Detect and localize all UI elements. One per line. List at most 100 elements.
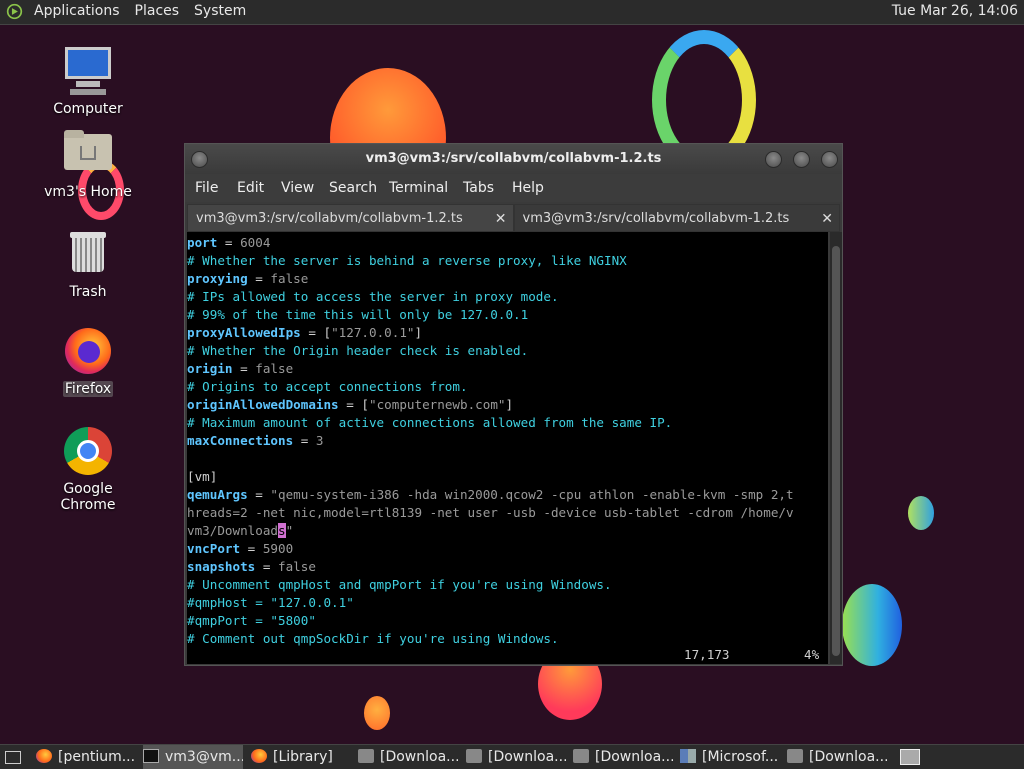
taskbar-item-label: [Downloa...	[595, 749, 673, 765]
taskbar-item[interactable]: [Downloa...	[573, 745, 673, 769]
taskbar-item[interactable]: vm3@vm...	[143, 745, 243, 769]
terminal-text: = [	[300, 325, 332, 340]
folder-icon	[573, 749, 589, 763]
terminal-text: # Whether the server is behind a reverse…	[187, 253, 627, 268]
scrollbar-thumb[interactable]	[832, 246, 840, 656]
distro-logo-icon[interactable]	[6, 3, 23, 20]
clock[interactable]: Tue Mar 26, 14:06	[892, 3, 1018, 19]
taskbar-item-label: [Library]	[273, 749, 333, 765]
show-desktop-icon	[5, 751, 21, 764]
taskbar-item[interactable]: [Microsof...	[680, 745, 780, 769]
tab-close-icon[interactable]: ✕	[821, 205, 833, 233]
terminal-text: vm3/Download	[187, 523, 278, 538]
desktop-icon-trash[interactable]: Trash	[33, 228, 143, 300]
window-titlebar[interactable]: vm3@vm3:/srv/collabvm/collabvm-1.2.ts	[185, 144, 842, 174]
terminal-line: # Uncomment qmpHost and qmpPort if you'r…	[187, 576, 612, 594]
terminal-icon	[143, 749, 159, 763]
terminal-output[interactable]: 17,173 4% port = 6004 # Whether the serve…	[187, 232, 828, 664]
terminal-text: [vm]	[187, 469, 218, 484]
menu-edit[interactable]: Edit	[237, 180, 264, 196]
workspace-icon	[900, 749, 920, 765]
folder-icon	[358, 749, 374, 763]
wallpaper-small-blue-blob	[908, 496, 934, 530]
terminal-window: vm3@vm3:/srv/collabvm/collabvm-1.2.ts Fi…	[184, 143, 843, 666]
tab-close-icon[interactable]: ✕	[495, 205, 507, 233]
terminal-line: maxConnections = 3	[187, 432, 324, 450]
taskbar-item[interactable]: [Downloa...	[358, 745, 458, 769]
terminal-text: #qmpPort = "5800"	[187, 613, 316, 628]
desktop-icon-home[interactable]: vm3's Home	[33, 128, 143, 200]
chrome-icon	[62, 425, 114, 477]
scroll-percent: 4%	[804, 647, 820, 662]
taskbar-item[interactable]: [pentium...	[36, 745, 136, 769]
terminal-text: =	[293, 433, 316, 448]
terminal-text: hreads=2 -net nic,model=rtl8139 -net use…	[187, 505, 794, 520]
menu-file[interactable]: File	[195, 180, 218, 196]
terminal-text: # Uncomment qmpHost and qmpPort if you'r…	[187, 577, 612, 592]
desktop-icon-chrome[interactable]: Google Chrome	[33, 425, 143, 513]
taskbar-item[interactable]: [Downloa...	[466, 745, 566, 769]
applications-menu[interactable]: Applications	[34, 3, 120, 19]
menu-tabs[interactable]: Tabs	[463, 180, 494, 196]
tab-label: vm3@vm3:/srv/collabvm/collabvm-1.2.ts	[522, 211, 790, 226]
terminal-line: origin = false	[187, 360, 293, 378]
terminal-line: #qmpHost = "127.0.0.1"	[187, 594, 354, 612]
terminal-text: ]	[414, 325, 423, 340]
places-menu[interactable]: Places	[135, 3, 180, 19]
close-button[interactable]	[821, 151, 838, 168]
desktop-icon-computer[interactable]: Computer	[33, 45, 143, 117]
terminal-line: qemuArgs = "qemu-system-i386 -hda win200…	[187, 486, 794, 504]
terminal-text: ]	[505, 397, 514, 412]
system-menu[interactable]: System	[194, 3, 246, 19]
minimize-button[interactable]	[765, 151, 782, 168]
top-panel: Applications Places System Tue Mar 26, 1…	[0, 0, 1024, 25]
desktop-icon-label: Computer	[53, 101, 123, 117]
terminal-text: "qemu-system-i386 -hda win2000.qcow2 -cp…	[270, 487, 794, 502]
terminal-line: # IPs allowed to access the server in pr…	[187, 288, 559, 306]
terminal-text: vncPort	[187, 541, 241, 556]
terminal-text: "	[285, 523, 294, 538]
menu-terminal[interactable]: Terminal	[389, 180, 448, 196]
terminal-scrollbar[interactable]	[830, 232, 842, 664]
window-menu-button[interactable]	[191, 151, 208, 168]
terminal-line: # Origins to accept connections from.	[187, 378, 468, 396]
terminal-line: # Comment out qmpSockDir if you're using…	[187, 630, 559, 648]
terminal-line: snapshots = false	[187, 558, 316, 576]
tab-2[interactable]: vm3@vm3:/srv/collabvm/collabvm-1.2.ts ✕	[513, 204, 840, 233]
terminal-text: #qmpHost = "127.0.0.1"	[187, 595, 354, 610]
firefox-icon	[251, 749, 267, 763]
desktop-icon-firefox[interactable]: Firefox	[33, 325, 143, 397]
window-icon	[680, 749, 696, 763]
terminal-line: proxying = false	[187, 270, 308, 288]
text-cursor: s	[278, 523, 286, 538]
terminal-text: 5900	[262, 541, 294, 556]
menu-help[interactable]: Help	[512, 180, 544, 196]
maximize-button[interactable]	[793, 151, 810, 168]
taskbar-item[interactable]: [Library]	[251, 745, 351, 769]
terminal-line: # Maximum amount of active connections a…	[187, 414, 672, 432]
tab-label: vm3@vm3:/srv/collabvm/collabvm-1.2.ts	[196, 211, 463, 226]
menu-search[interactable]: Search	[329, 180, 377, 196]
workspace-switcher[interactable]	[900, 745, 922, 769]
firefox-icon	[62, 325, 114, 377]
terminal-line: # Whether the Origin header check is ena…	[187, 342, 528, 360]
terminal-text: origin	[187, 361, 233, 376]
terminal-text: # Whether the Origin header check is ena…	[187, 343, 529, 358]
taskbar-item-label: [Downloa...	[488, 749, 566, 765]
terminal-line: # Whether the server is behind a reverse…	[187, 252, 627, 270]
terminal-text: maxConnections	[187, 433, 294, 448]
terminal-text: =	[217, 235, 241, 250]
window-menubar: File Edit View Search Terminal Tabs Help	[185, 174, 842, 202]
taskbar-item[interactable]: [Downloa...	[787, 745, 887, 769]
terminal-text: # Maximum amount of active connections a…	[187, 415, 673, 430]
terminal-text: port	[187, 235, 218, 250]
computer-icon	[62, 45, 114, 97]
tab-1[interactable]: vm3@vm3:/srv/collabvm/collabvm-1.2.ts ✕	[187, 204, 514, 232]
show-desktop-button[interactable]	[0, 745, 28, 769]
terminal-line: vncPort = 5900	[187, 540, 293, 558]
menu-view[interactable]: View	[281, 180, 314, 196]
terminal-line: originAllowedDomains = ["computernewb.co…	[187, 396, 513, 414]
terminal-text: qemuArgs	[187, 487, 248, 502]
window-title: vm3@vm3:/srv/collabvm/collabvm-1.2.ts	[365, 151, 662, 166]
top-menu: Applications Places System	[34, 3, 261, 19]
